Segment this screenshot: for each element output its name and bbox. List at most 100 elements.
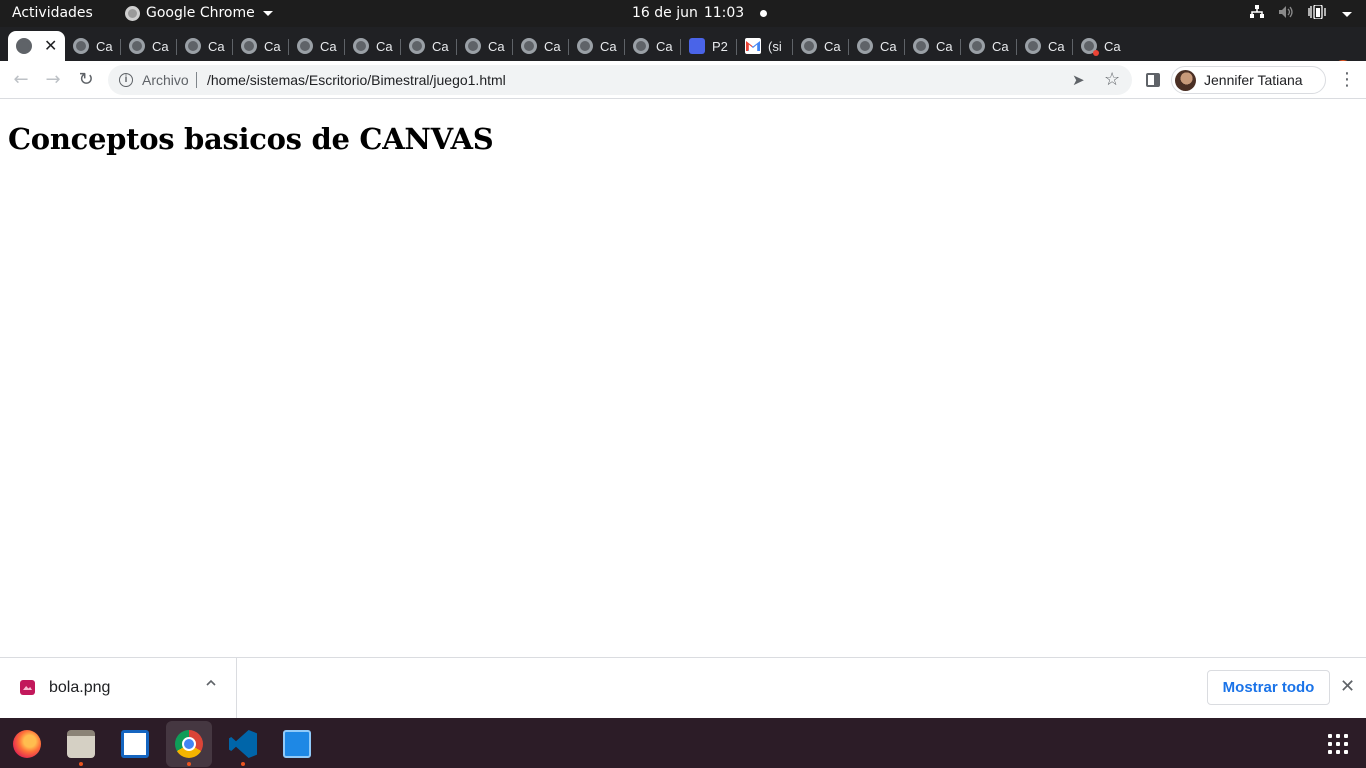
profile-button[interactable]: Jennifer Tatiana — [1171, 66, 1326, 94]
scheme-label: Archivo — [142, 72, 189, 88]
volume-icon — [1278, 5, 1294, 23]
back-arrow-icon[interactable]: ← — [10, 69, 32, 91]
chrome-icon — [175, 730, 203, 758]
info-icon[interactable]: i — [119, 73, 133, 87]
clock-time: 11:03 — [703, 5, 745, 21]
forward-arrow-icon[interactable]: → — [42, 69, 64, 91]
tab[interactable]: Ca — [1073, 31, 1129, 61]
caret-down-icon — [1342, 11, 1352, 17]
dock-vscode[interactable] — [220, 721, 266, 767]
tab-label: Ca — [264, 38, 281, 54]
tab[interactable]: Ca — [569, 31, 625, 61]
tab[interactable]: Ca — [401, 31, 457, 61]
tab[interactable]: Ca — [289, 31, 345, 61]
download-shelf: bola.png Mostrar todo ✕ — [0, 657, 1366, 718]
url-text[interactable]: /home/sistemas/Escritorio/Bimestral/jueg… — [207, 72, 506, 88]
address-bar[interactable]: i Archivo /home/sistemas/Escritorio/Bime… — [108, 65, 1132, 95]
dock-files[interactable] — [58, 721, 104, 767]
reload-icon[interactable]: ↻ — [75, 69, 97, 91]
close-icon[interactable]: ✕ — [1340, 676, 1355, 697]
tab[interactable]: Ca — [625, 31, 681, 61]
tab-label: Ca — [1048, 38, 1065, 54]
globe-alert-icon — [1081, 38, 1099, 56]
globe-icon — [857, 38, 873, 54]
download-item[interactable]: bola.png — [0, 658, 237, 718]
show-applications-grid-icon[interactable] — [1328, 734, 1348, 754]
running-indicator — [187, 762, 191, 766]
tab[interactable]: Ca — [849, 31, 905, 61]
dock-firefox[interactable] — [4, 721, 50, 767]
tab[interactable]: Ca — [1017, 31, 1073, 61]
contacts-icon — [689, 38, 705, 54]
writer-icon — [121, 730, 149, 758]
globe-icon — [129, 38, 145, 54]
firefox-icon — [13, 730, 41, 758]
caret-down-icon — [262, 10, 273, 16]
tab[interactable]: Ca — [233, 31, 289, 61]
tab-active[interactable]: ✕ — [8, 31, 65, 61]
globe-icon — [1025, 38, 1041, 54]
tab[interactable]: Ca — [905, 31, 961, 61]
dock-system-monitor[interactable] — [274, 721, 320, 767]
tab-label: Ca — [656, 38, 673, 54]
vscode-icon — [229, 730, 257, 758]
tab-label: Ca — [936, 38, 953, 54]
clock[interactable]: 16 de jun 11:03 — [632, 5, 768, 21]
tab-close-icon[interactable]: ✕ — [44, 36, 57, 56]
tab-label: Ca — [208, 38, 225, 54]
tab-label: Ca — [880, 38, 897, 54]
show-all-button[interactable]: Mostrar todo — [1207, 670, 1330, 705]
activities-button[interactable]: Actividades — [12, 5, 93, 21]
more-menu-icon[interactable]: ⋮ — [1338, 69, 1356, 91]
globe-icon — [577, 38, 593, 54]
chrome-small-icon — [125, 5, 140, 21]
system-tray[interactable] — [1250, 4, 1352, 23]
clock-date: 16 de jun — [632, 5, 698, 21]
tab[interactable]: Ca — [513, 31, 569, 61]
send-tab-icon[interactable]: ➤ — [1072, 71, 1085, 89]
tab-label: (si — [768, 38, 782, 54]
running-indicator — [241, 762, 245, 766]
globe-icon — [241, 38, 257, 54]
tab-label: Ca — [488, 38, 505, 54]
running-indicator — [79, 762, 83, 766]
tab[interactable]: Ca — [345, 31, 401, 61]
tab-label: Ca — [824, 38, 841, 54]
globe-icon — [73, 38, 89, 54]
globe-icon — [297, 38, 313, 54]
chevron-up-icon[interactable] — [205, 676, 217, 692]
tab-label: Ca — [1104, 38, 1121, 54]
globe-icon — [969, 38, 985, 54]
tab-label: Ca — [376, 38, 393, 54]
globe-icon — [913, 38, 929, 54]
side-panel-icon[interactable] — [1146, 73, 1160, 87]
globe-icon — [353, 38, 369, 54]
dock — [0, 718, 1366, 768]
system-monitor-icon — [283, 730, 311, 758]
app-menu[interactable]: Google Chrome — [125, 5, 273, 21]
globe-icon — [16, 38, 32, 54]
tab-label: Ca — [992, 38, 1009, 54]
tab[interactable]: Ca — [121, 31, 177, 61]
tab-label: Ca — [96, 38, 113, 54]
globe-icon — [801, 38, 817, 54]
tab[interactable]: Ca — [65, 31, 121, 61]
tab[interactable]: P2 — [681, 31, 737, 61]
tab[interactable]: Ca — [961, 31, 1017, 61]
tab-label: Ca — [432, 38, 449, 54]
dock-writer[interactable] — [112, 721, 158, 767]
tab[interactable]: (si — [737, 31, 793, 61]
globe-icon — [465, 38, 481, 54]
dock-chrome[interactable] — [166, 721, 212, 767]
globe-icon — [521, 38, 537, 54]
bookmark-star-icon[interactable]: ☆ — [1104, 69, 1120, 90]
tab[interactable]: Ca — [793, 31, 849, 61]
divider — [196, 72, 197, 88]
gmail-icon — [745, 38, 761, 54]
tab-label: P2 — [712, 38, 728, 54]
globe-icon — [185, 38, 201, 54]
tab[interactable]: Ca — [177, 31, 233, 61]
tab-label: Ca — [320, 38, 337, 54]
tab-label: Ca — [544, 38, 561, 54]
tab[interactable]: Ca — [457, 31, 513, 61]
